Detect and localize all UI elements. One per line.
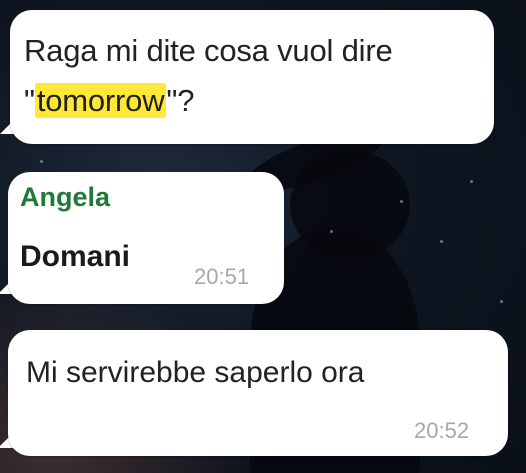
message-3-text: Mi servirebbe saperlo ora <box>26 356 365 389</box>
highlighted-word: tomorrow <box>34 83 167 118</box>
wallpaper-star <box>400 200 403 203</box>
wallpaper-star <box>500 300 503 303</box>
sender-name[interactable]: Angela <box>20 182 110 213</box>
message-3-timestamp: 20:52 <box>414 418 470 443</box>
wallpaper-star <box>470 180 473 183</box>
wallpaper-star <box>40 160 43 163</box>
wallpaper-star <box>440 240 443 243</box>
message-2-text: Domani <box>20 240 131 273</box>
quote-open: " <box>24 83 35 118</box>
wallpaper-star <box>330 230 333 233</box>
message-1-line-1: Raga mi dite cosa vuol dire <box>24 33 393 68</box>
message-1-text: Raga mi dite cosa vuol dire "tomorrow"? <box>24 26 393 126</box>
quote-close: "? <box>166 83 195 118</box>
message-2-timestamp: 20:51 <box>194 264 250 289</box>
